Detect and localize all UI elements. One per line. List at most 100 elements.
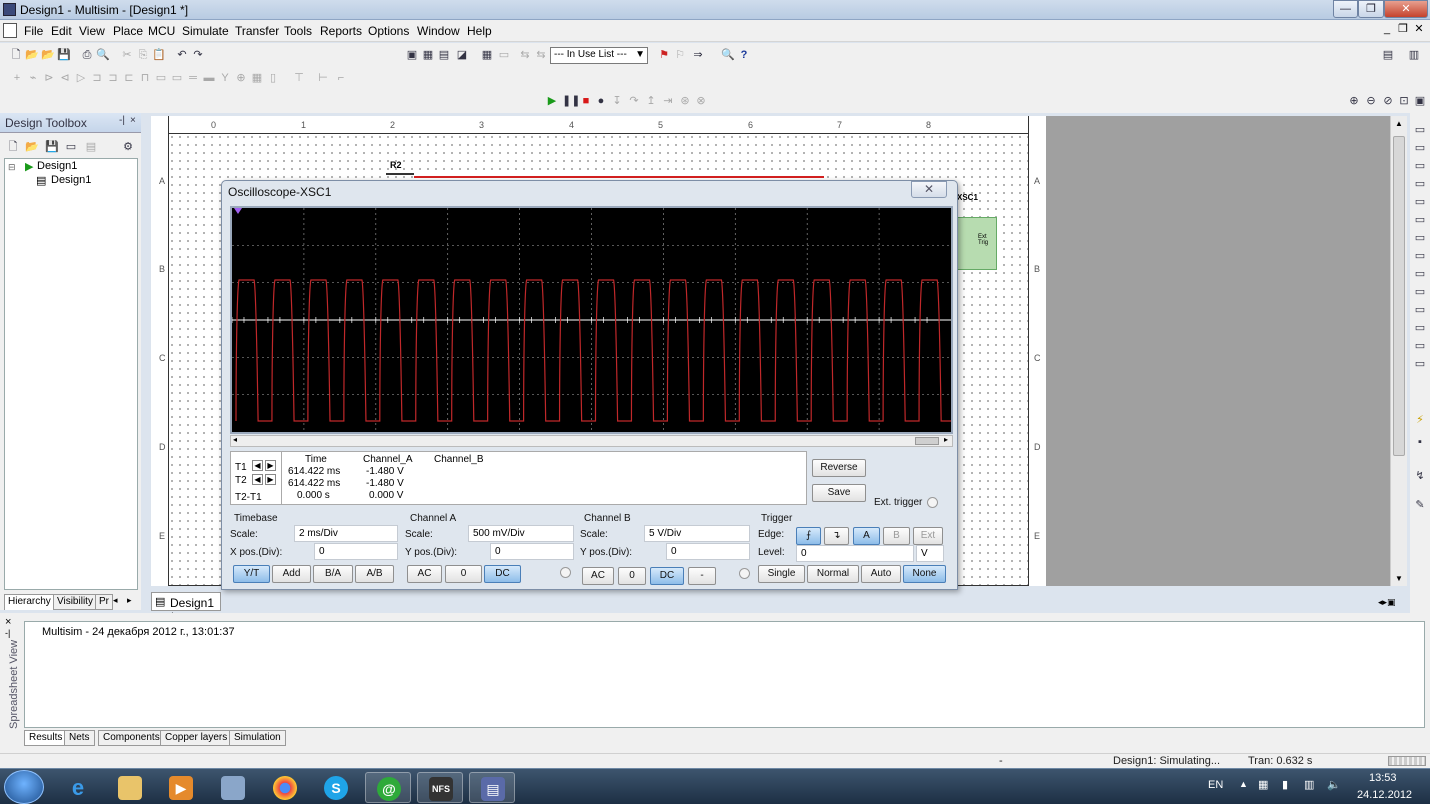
menu-options[interactable]: Options	[368, 24, 409, 38]
oscilloscope-icon[interactable]: ▭	[1413, 177, 1427, 191]
stop-icon[interactable]: ■	[579, 94, 593, 108]
close-icon[interactable]: ×	[130, 115, 136, 126]
b-over-a-button[interactable]: B/A	[313, 565, 353, 583]
trigger-source-b-button[interactable]: B	[883, 527, 910, 545]
run-icon[interactable]: ▶	[545, 94, 559, 108]
tab-simulation[interactable]: Simulation	[229, 730, 286, 746]
media-player-taskbar-button[interactable]: ▶	[158, 772, 204, 803]
resistor-symbol[interactable]	[386, 173, 414, 179]
transfer-icon[interactable]: ⇒	[691, 48, 705, 62]
tab-copper-layers[interactable]: Copper layers	[160, 730, 233, 746]
trigger-source-a-button[interactable]: A	[853, 527, 880, 545]
oscilloscope-screen[interactable]	[230, 206, 955, 434]
menu-view[interactable]: View	[79, 24, 105, 38]
basic-icon[interactable]: ⌁	[26, 71, 40, 85]
vertical-scrollbar[interactable]: ▲ ▼	[1390, 116, 1407, 586]
menu-simulate[interactable]: Simulate	[182, 24, 229, 38]
tree-item-design[interactable]: Design1	[37, 160, 77, 172]
minimize-button[interactable]: —	[1333, 0, 1358, 18]
spreadsheet-close-icon[interactable]: ×	[5, 616, 11, 628]
frequency-counter-icon[interactable]: ▭	[1413, 231, 1427, 245]
nfs-taskbar-button[interactable]: NFS	[417, 772, 463, 803]
bode-plotter-icon[interactable]: ▭	[1413, 213, 1427, 227]
probe-icon[interactable]: ⚡	[1413, 413, 1427, 427]
help-icon[interactable]: ?	[737, 48, 751, 62]
skype-taskbar-button[interactable]: S	[313, 772, 359, 803]
network-taskbar-button[interactable]	[210, 772, 256, 803]
mdi-close-button[interactable]: ✕	[1412, 23, 1426, 37]
save-icon[interactable]: 💾	[57, 48, 71, 62]
mdi-restore-button[interactable]: ❐	[1396, 23, 1410, 37]
labview-icon[interactable]: ✎	[1413, 498, 1427, 512]
advanced-peripherals-icon[interactable]: ▬	[202, 71, 216, 85]
oscilloscope-window[interactable]: Oscilloscope-XSC1 ✕ ◂ ▸ T1 T2 T2-T1 ◀ ▶ …	[221, 180, 958, 590]
zoom-in-icon[interactable]: ⊕	[1347, 94, 1361, 108]
tab-visibility[interactable]: Visibility	[53, 594, 97, 610]
ext-trigger-terminal[interactable]	[927, 497, 938, 508]
channel-a-scale-field[interactable]: 500 mV/Div	[468, 525, 574, 542]
scroll-up-icon[interactable]: ▲	[1395, 119, 1403, 128]
distortion-analyzer-icon[interactable]: ▭	[1413, 321, 1427, 335]
menu-place[interactable]: Place	[113, 24, 143, 38]
tab-project[interactable]: Pr	[95, 594, 113, 610]
function-generator-icon[interactable]: ▭	[1413, 141, 1427, 155]
channel-b-ac-button[interactable]: AC	[582, 567, 614, 585]
misc-digital-icon[interactable]: ⊏	[122, 71, 136, 85]
start-button[interactable]	[4, 770, 44, 804]
copy-icon[interactable]: ⎘	[136, 48, 150, 62]
channel-a-ac-button[interactable]: AC	[407, 565, 442, 583]
screen-scrollbar[interactable]: ◂ ▸	[230, 435, 953, 447]
mail-agent-taskbar-button[interactable]: @	[365, 772, 411, 803]
tray-expand-icon[interactable]: ▲	[1239, 779, 1248, 789]
channel-b-dc-button[interactable]: DC	[650, 567, 684, 585]
pin-icon[interactable]: -|	[119, 115, 125, 126]
close-button[interactable]: ✕	[1384, 0, 1428, 18]
tab-hierarchy[interactable]: Hierarchy	[4, 594, 55, 610]
remove-breakpoints-icon[interactable]: ⊗	[694, 94, 708, 108]
network-analyzer-icon[interactable]: ▭	[1413, 357, 1427, 371]
timebase-xpos-field[interactable]: 0	[314, 543, 398, 560]
t1-left-arrow-icon[interactable]: ◀	[252, 460, 263, 471]
bus-icon[interactable]: ⊤	[292, 71, 306, 85]
maximize-button[interactable]: ❐	[1358, 0, 1384, 18]
menu-mcu[interactable]: MCU	[148, 24, 175, 38]
t1-right-arrow-icon[interactable]: ▶	[265, 460, 276, 471]
word-generator-icon[interactable]: ▭	[1413, 249, 1427, 263]
spectrum-analyzer-icon[interactable]: ▭	[1413, 339, 1427, 353]
tab-components[interactable]: Components	[98, 730, 165, 746]
menu-file[interactable]: File	[24, 24, 43, 38]
transistor-icon[interactable]: ⊲	[58, 71, 72, 85]
four-channel-osc-icon[interactable]: ▭	[1413, 195, 1427, 209]
clear-erc-icon[interactable]: ⚐	[673, 48, 687, 62]
save-design-icon[interactable]: 💾	[45, 140, 59, 154]
channel-a-zero-button[interactable]: 0	[445, 565, 482, 583]
open-sample-icon[interactable]: 📂	[41, 48, 55, 62]
menu-window[interactable]: Window	[417, 24, 460, 38]
junction-icon[interactable]: ⌐	[334, 71, 348, 85]
channel-a-dc-button[interactable]: DC	[484, 565, 521, 583]
tab-nets[interactable]: Nets	[64, 730, 95, 746]
cmos-icon[interactable]: ⊐	[106, 71, 120, 85]
tab-scroll-right-icon[interactable]: ▸	[127, 595, 132, 606]
tab-scroll-left-icon[interactable]: ◂	[113, 595, 118, 606]
grapher-icon[interactable]: ▦	[421, 48, 435, 62]
trigger-none-button[interactable]: None	[903, 565, 946, 583]
trigger-level-unit[interactable]: V	[916, 545, 944, 562]
t2-right-arrow-icon[interactable]: ▶	[265, 474, 276, 485]
database-manager-icon[interactable]: ▭	[497, 48, 511, 62]
diode-icon[interactable]: ⊳	[42, 71, 56, 85]
tray-app-icon[interactable]: ▦	[1258, 778, 1268, 791]
postprocessor-icon[interactable]: ◪	[455, 48, 469, 62]
indicator-icon[interactable]: ▭	[154, 71, 168, 85]
power-icon[interactable]: ▭	[170, 71, 184, 85]
find-icon[interactable]: 🔍	[721, 48, 735, 62]
clock-time[interactable]: 13:53	[1369, 772, 1397, 784]
rising-edge-icon[interactable]: ⨍	[796, 527, 821, 545]
channel-b-invert-button[interactable]: -	[688, 567, 716, 585]
new-icon[interactable]: 🗋	[9, 48, 23, 62]
language-indicator[interactable]: EN	[1208, 779, 1223, 791]
timebase-scale-field[interactable]: 2 ms/Div	[294, 525, 398, 542]
layer-icon[interactable]: ▤	[84, 140, 98, 154]
in-use-list-select[interactable]: --- In Use List --- ▼	[550, 47, 648, 64]
logic-converter-icon[interactable]: ▭	[1413, 285, 1427, 299]
